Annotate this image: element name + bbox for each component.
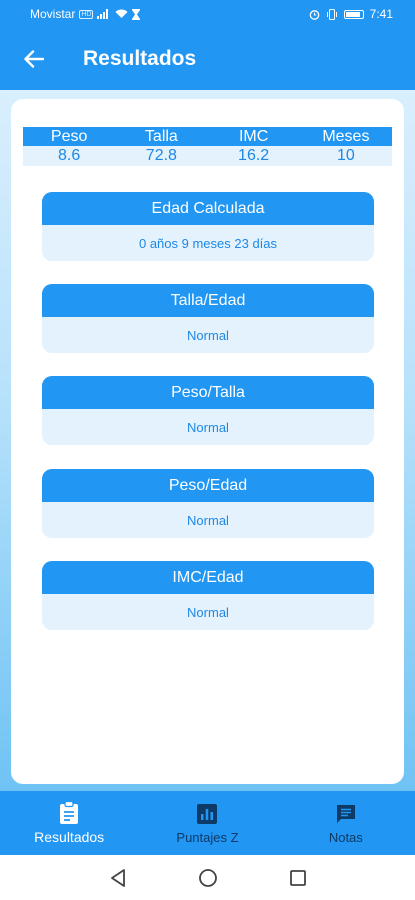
system-back-button[interactable]: [106, 866, 130, 890]
summary-value-peso: 8.6: [58, 147, 81, 164]
result-peso-talla: Peso/Talla Normal: [42, 376, 374, 445]
wifi-icon: [115, 9, 128, 18]
summary-header-imc: IMC: [238, 128, 269, 145]
nav-item-notas[interactable]: Notas: [277, 791, 415, 855]
system-navigation-bar: [0, 855, 415, 900]
message-icon: [334, 802, 358, 826]
signal-icon: [97, 9, 109, 19]
result-talla-edad: Talla/Edad Normal: [42, 284, 374, 353]
result-value: Normal: [187, 419, 229, 435]
carrier-name: Movistar: [30, 7, 76, 21]
arrow-left-icon: [24, 50, 44, 68]
result-title: Peso/Talla: [42, 376, 374, 409]
result-value: Normal: [187, 327, 229, 343]
nav-label-resultados: Resultados: [34, 829, 105, 845]
page-title: Resultados: [83, 47, 197, 70]
result-title: Edad Calculada: [42, 192, 374, 225]
vibrate-icon: [326, 8, 337, 20]
system-home-button[interactable]: [196, 866, 220, 890]
system-recents-button[interactable]: [286, 866, 310, 890]
summary-value-imc: 16.2: [238, 147, 270, 164]
nav-label-puntajes-z: Puntajes Z: [176, 829, 239, 845]
clipboard-icon: [57, 801, 81, 825]
status-time: 7:41: [369, 7, 393, 21]
square-recents-icon: [289, 869, 306, 886]
bar-chart-icon: [195, 802, 219, 826]
result-title: Peso/Edad: [42, 469, 374, 502]
result-peso-edad: Peso/Edad Normal: [42, 469, 374, 538]
status-bar: Movistar HD 7:41: [0, 0, 415, 28]
battery-icon: [343, 9, 364, 19]
result-title: Talla/Edad: [42, 284, 374, 317]
summary-header-row: Peso Talla IMC Meses: [23, 127, 392, 146]
nav-item-resultados[interactable]: Resultados: [0, 791, 138, 855]
result-title: IMC/Edad: [42, 561, 374, 594]
result-value: Normal: [187, 512, 229, 528]
summary-header-talla: Talla: [144, 128, 178, 145]
carrier-badge: HD: [79, 9, 94, 19]
result-value: 0 años 9 meses 23 días: [138, 235, 278, 251]
hourglass-icon: [132, 8, 141, 20]
nav-item-puntajes-z[interactable]: Puntajes Z: [138, 791, 276, 855]
summary-value-row: 8.6 72.8 16.2 10: [23, 146, 392, 166]
summary-value-meses: 10: [336, 147, 355, 164]
back-button[interactable]: [14, 39, 54, 79]
triangle-back-icon: [110, 868, 125, 887]
nav-label-notas: Notas: [328, 829, 363, 845]
result-value: Normal: [187, 604, 229, 620]
result-edad-calculada: Edad Calculada 0 años 9 meses 23 días: [42, 192, 374, 261]
bottom-navigation: Resultados Puntajes Z Notas: [0, 791, 415, 855]
result-imc-edad: IMC/Edad Normal: [42, 561, 374, 630]
status-left: Movistar HD: [30, 7, 141, 21]
summary-header-meses: Meses: [322, 128, 370, 145]
circle-home-icon: [198, 868, 217, 887]
summary-table: Peso Talla IMC Meses 8.6 72.8 16.2 10: [23, 127, 392, 166]
summary-header-peso: Peso: [50, 128, 88, 145]
summary-value-talla: 72.8: [145, 147, 177, 164]
alarm-icon: [309, 9, 319, 20]
status-right: 7:41: [309, 7, 393, 21]
app-bar: Resultados: [0, 28, 415, 90]
